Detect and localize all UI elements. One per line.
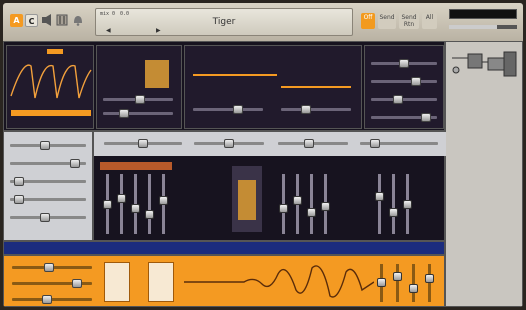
mod-fader-1[interactable] bbox=[377, 264, 386, 302]
level-display bbox=[449, 9, 517, 19]
sequence-rate-slider[interactable] bbox=[193, 105, 263, 114]
mixer-send-4[interactable] bbox=[360, 139, 438, 148]
left-controls-panel bbox=[3, 131, 93, 241]
prev-preset-button[interactable]: ◀ bbox=[106, 27, 111, 34]
mod-fader-4[interactable] bbox=[425, 264, 434, 302]
mod-slider-3[interactable] bbox=[12, 295, 92, 304]
sequence-line-2 bbox=[281, 86, 351, 88]
mode-send-button[interactable]: Send bbox=[378, 13, 396, 29]
mixer-icon[interactable] bbox=[55, 13, 69, 27]
mixer-section bbox=[93, 131, 446, 241]
mod-fader-3[interactable] bbox=[409, 264, 418, 302]
bell-icon[interactable] bbox=[71, 13, 85, 27]
mod-slider-1[interactable] bbox=[12, 263, 92, 272]
blue-divider-strip bbox=[3, 241, 445, 255]
left-slider-3[interactable] bbox=[10, 177, 86, 186]
filter-mode-list[interactable] bbox=[145, 60, 169, 88]
sequence-line-1 bbox=[193, 74, 277, 76]
filter-resonance-slider[interactable] bbox=[103, 109, 173, 118]
fader-10[interactable] bbox=[375, 174, 384, 234]
left-slider-2[interactable] bbox=[10, 159, 86, 168]
fader-4[interactable] bbox=[145, 174, 154, 234]
env-decay-slider[interactable] bbox=[371, 77, 437, 86]
upper-modules bbox=[3, 41, 445, 131]
fader-5[interactable] bbox=[159, 174, 168, 234]
mixer-channel-colors bbox=[100, 162, 172, 170]
mode-off-button[interactable]: Off bbox=[361, 13, 375, 29]
osc-level-strip bbox=[11, 110, 91, 116]
env-attack-slider[interactable] bbox=[371, 59, 437, 68]
next-preset-button[interactable]: ▶ bbox=[156, 27, 161, 34]
sequence-panel bbox=[184, 45, 362, 129]
mod-slider-2[interactable] bbox=[12, 279, 92, 288]
fader-7[interactable] bbox=[293, 174, 302, 234]
preset-name: Tiger bbox=[212, 17, 236, 27]
sequence-depth-slider[interactable] bbox=[281, 105, 351, 114]
routing-diagram bbox=[452, 51, 517, 77]
mod-target-list[interactable] bbox=[148, 262, 174, 302]
fx-slot[interactable] bbox=[232, 166, 262, 232]
env-release-slider[interactable] bbox=[371, 113, 437, 122]
fader-2[interactable] bbox=[117, 174, 126, 234]
fader-1[interactable] bbox=[103, 174, 112, 234]
right-sidebar bbox=[445, 41, 523, 307]
mod-source-list[interactable] bbox=[104, 262, 130, 302]
logo-a-button[interactable]: A bbox=[10, 14, 23, 27]
waveform-display bbox=[10, 64, 92, 99]
master-level-bar bbox=[449, 25, 517, 29]
top-toolbar: A C mix 0 0.0 Tiger ◀ ▶ Off Send Send Rt… bbox=[3, 3, 523, 41]
fader-8[interactable] bbox=[307, 174, 316, 234]
mixer-send-1[interactable] bbox=[104, 139, 182, 148]
fader-12[interactable] bbox=[403, 174, 412, 234]
bottom-modulation-panel bbox=[3, 255, 445, 307]
mode-all-button[interactable]: All bbox=[422, 13, 437, 29]
fader-6[interactable] bbox=[279, 174, 288, 234]
mode-send-return-button[interactable]: Send Rtn bbox=[399, 13, 419, 29]
osc-tab[interactable] bbox=[47, 49, 63, 54]
oscillator-panel bbox=[6, 45, 94, 129]
mod-waveform bbox=[184, 265, 374, 298]
filter-cutoff-slider[interactable] bbox=[103, 95, 173, 104]
env-sustain-slider[interactable] bbox=[371, 95, 437, 104]
fader-11[interactable] bbox=[389, 174, 398, 234]
fader-9[interactable] bbox=[321, 174, 330, 234]
mixer-send-3[interactable] bbox=[278, 139, 348, 148]
preset-display[interactable]: mix 0 0.0 Tiger ◀ ▶ bbox=[95, 8, 353, 36]
left-slider-4[interactable] bbox=[10, 195, 86, 204]
speaker-icon[interactable] bbox=[40, 13, 54, 27]
left-slider-5[interactable] bbox=[10, 213, 86, 222]
app-window: A C mix 0 0.0 Tiger ◀ ▶ Off Send Send Rt… bbox=[3, 3, 523, 307]
mixer-send-2[interactable] bbox=[194, 139, 264, 148]
filter-panel bbox=[96, 45, 182, 129]
fader-3[interactable] bbox=[131, 174, 140, 234]
left-slider-1[interactable] bbox=[10, 141, 86, 150]
fx-slot-content bbox=[238, 180, 256, 220]
envelope-panel bbox=[364, 45, 444, 129]
logo-c-button[interactable]: C bbox=[25, 14, 38, 27]
mod-fader-2[interactable] bbox=[393, 264, 402, 302]
